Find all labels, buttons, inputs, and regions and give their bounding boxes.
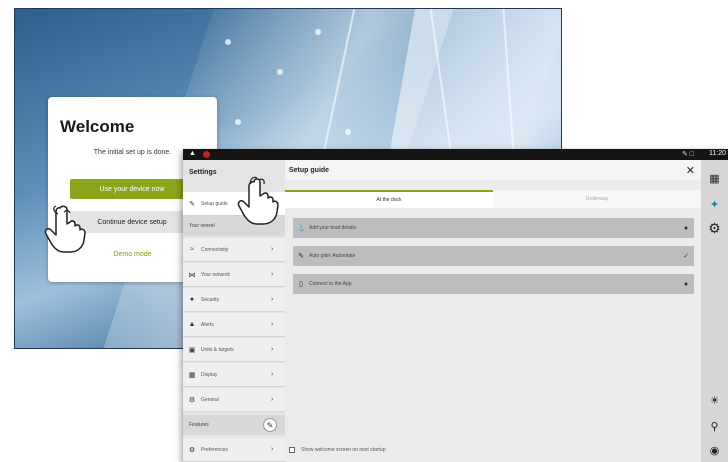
page-title: Setup guide (289, 167, 330, 174)
chevron-right-icon: › (271, 446, 274, 453)
search-icon[interactable]: ⚲ (704, 416, 725, 436)
guide-row-connect-app[interactable]: ▯ Connect to the App ● (293, 274, 694, 294)
sky-dot (235, 119, 241, 125)
gear-icon: ⚙ (188, 396, 196, 404)
guide-row-autopilot[interactable]: ✎ Auto pilot: Autorotate ✓ (293, 246, 694, 266)
sidebar-item-connectivity[interactable]: ≈ Connectivity › (183, 238, 285, 262)
continue-setup-button[interactable]: Continue device setup (70, 211, 194, 233)
wrench-icon: ✎ (189, 200, 195, 208)
sky-dot (225, 39, 231, 45)
sky-dot (315, 29, 321, 35)
welcome-checkbox-row[interactable]: Show welcome screen on next startup (289, 447, 386, 453)
sidebar-item-label: Security (201, 296, 220, 303)
chevron-right-icon: › (271, 296, 274, 303)
clock: 11:20 (709, 150, 726, 157)
right-toolbar: ▦ ✦ ⚙ ☀ ⚲ ◉ (701, 160, 728, 462)
brightness-icon[interactable]: ☀ (704, 390, 725, 410)
sidebar-item-units[interactable]: ▣ Units & targets › (183, 338, 285, 362)
sidebar-item-label: Alerts (201, 321, 214, 328)
chevron-right-icon: › (271, 346, 274, 353)
sidebar-item-label: Display (201, 371, 218, 378)
network-icon: ⋈ (188, 271, 196, 279)
sidebar-item-network[interactable]: ⋈ Your network › (183, 263, 285, 287)
tab-at-the-dock[interactable]: At the dock (285, 190, 493, 208)
guide-row-label: Auto pilot: Autorotate (309, 253, 356, 259)
sky-dot (345, 129, 351, 135)
chevron-right-icon: › (271, 396, 274, 403)
chevron-right-icon: › (271, 371, 274, 378)
chevron-right-icon: › (271, 246, 274, 253)
sidebar-item-alerts[interactable]: ▲ Alerts › (183, 313, 285, 337)
settings-gear-icon[interactable]: ⚙ (704, 218, 725, 238)
tab-underway[interactable]: Underway (493, 190, 701, 208)
guide-row-label: Connect to the App (309, 281, 352, 287)
settings-title: Settings (189, 169, 217, 176)
status-bar: ▲ ✎ □ 11:20 (183, 149, 728, 160)
sidebar-item-label: Preferences (201, 446, 228, 453)
lock-icon: ● (683, 224, 689, 232)
lock-icon: ● (683, 280, 689, 288)
sidebar-item-label: General (201, 396, 219, 403)
sidebar-item-preferences[interactable]: ⚙ Preferences › (183, 438, 285, 462)
chevron-right-icon: › (271, 321, 274, 328)
sidebar-item-general[interactable]: ⚙ General › (183, 388, 285, 412)
status-icons: ✎ □ (681, 151, 694, 158)
compass-icon: ▲ (189, 150, 196, 157)
tab-bar: At the dock Underway (285, 190, 701, 208)
screenshot-stage: Welcome The initial set up is done. Use … (0, 0, 728, 462)
edit-icon[interactable]: ✎ (263, 418, 277, 432)
sky-dot (277, 69, 283, 75)
sidebar-item-label: Connectivity (201, 246, 229, 253)
sidebar-item-label: Units & targets (201, 346, 234, 353)
sidebar-item-label: Your network (201, 271, 230, 278)
chart-map-icon[interactable]: ✦ (704, 194, 725, 214)
wifi-icon: ≈ (190, 246, 194, 253)
sidebar-item-display[interactable]: ▦ Display › (183, 363, 285, 387)
shield-icon: ● (189, 296, 195, 303)
use-device-button[interactable]: Use your device now (70, 179, 194, 199)
phone-icon: ▯ (299, 281, 303, 288)
warning-icon: ▲ (188, 321, 196, 328)
panel-header: Setup guide ✕ (285, 160, 701, 180)
welcome-title: Welcome (60, 117, 135, 136)
tap-hand-icon (44, 205, 86, 253)
setup-guide-panel: Setup guide ✕ At the dock Underway ⚓ Add… (285, 160, 701, 462)
boat-icon: ⚓ (296, 225, 306, 232)
close-icon[interactable]: ✕ (686, 164, 695, 177)
wrench-icon: ✎ (298, 253, 304, 260)
display-icon: ▦ (188, 371, 196, 379)
alert-indicator (203, 151, 210, 158)
sidebar-item-security[interactable]: ● Security › (183, 288, 285, 312)
guide-row-label: Add your boat details (309, 225, 356, 231)
preferences-icon: ⚙ (188, 446, 196, 454)
section-header-label: Features (189, 422, 209, 428)
apps-grid-icon[interactable]: ▦ (704, 168, 725, 188)
checkbox[interactable] (289, 447, 295, 453)
guide-row-boat-details[interactable]: ⚓ Add your boat details ● (293, 218, 694, 238)
chevron-right-icon: › (271, 271, 274, 278)
units-icon: ▣ (188, 346, 196, 354)
tap-hand-icon (237, 176, 279, 225)
mob-icon[interactable]: ◉ (704, 440, 725, 460)
check-icon: ✓ (683, 253, 689, 260)
checkbox-label: Show welcome screen on next startup (301, 447, 386, 453)
